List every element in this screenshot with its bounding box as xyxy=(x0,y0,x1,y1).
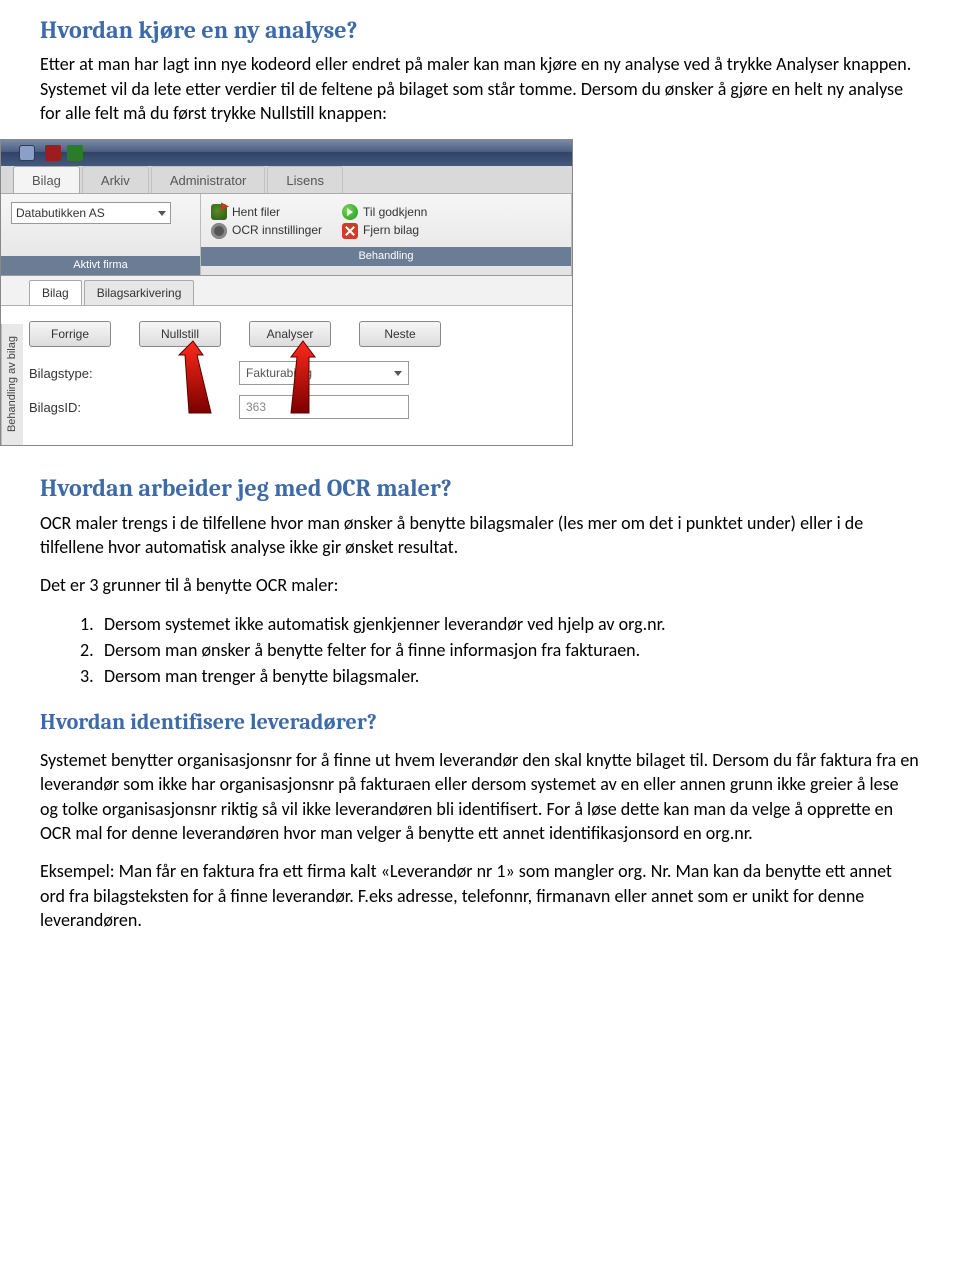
refresh-icon xyxy=(211,204,227,220)
subtab-bilag[interactable]: Bilag xyxy=(29,280,82,305)
list-item: Dersom man ønsker å benytte felter for å… xyxy=(104,639,640,661)
company-name: Databutikken AS xyxy=(16,205,105,221)
button-forrige[interactable]: Forrige xyxy=(29,321,111,347)
ribbon-tab-administrator[interactable]: Administrator xyxy=(151,166,266,194)
action-ocr-label: OCR innstillinger xyxy=(232,222,322,238)
ribbon-tab-bilag[interactable]: Bilag xyxy=(13,166,80,194)
intro-paragraph: Etter at man har lagt inn nye kodeord el… xyxy=(40,52,920,125)
action-hent-filer[interactable]: Hent filer xyxy=(211,204,322,220)
ocr-reasons-intro: Det er 3 grunner til å benytte OCR maler… xyxy=(40,573,920,597)
action-fjern-bilag[interactable]: Fjern bilag xyxy=(342,222,427,238)
identify-paragraph-1: Systemet benytter organisasjonsnr for å … xyxy=(40,748,920,845)
ribbon-body: Databutikken AS Aktivt firma Hent filer … xyxy=(1,194,572,276)
side-panel-label: Behandling av bilag xyxy=(1,324,23,445)
button-neste[interactable]: Neste xyxy=(359,321,441,347)
ribbon-tab-arkiv[interactable]: Arkiv xyxy=(82,166,149,194)
list-item: Dersom systemet ikke automatisk gjenkjen… xyxy=(104,613,666,635)
arrow-annotation-analyser xyxy=(261,335,351,425)
window-titlebar xyxy=(1,140,572,166)
chevron-down-icon xyxy=(158,211,166,216)
heading-ocr-maler: Hvordan arbeider jeg med OCR maler? xyxy=(40,472,920,504)
arrow-right-circle-icon xyxy=(342,204,358,220)
titlebar-close-icon xyxy=(45,145,61,161)
gear-icon xyxy=(211,223,227,239)
ocr-paragraph: OCR maler trengs i de tilfellene hvor ma… xyxy=(40,511,920,560)
subtab-bilagsarkivering[interactable]: Bilagsarkivering xyxy=(84,280,195,305)
action-hent-label: Hent filer xyxy=(232,204,280,220)
identify-paragraph-2: Eksempel: Man får en faktura fra ett fir… xyxy=(40,859,920,932)
action-godkjenn-label: Til godkjenn xyxy=(363,204,427,220)
company-dropdown[interactable]: Databutikken AS xyxy=(11,202,171,224)
heading-identifisere-leverandor: Hvordan identifisere leveradører? xyxy=(40,708,920,738)
chevron-down-icon xyxy=(394,371,402,376)
reasons-list: 1.Dersom systemet ikke automatisk gjenkj… xyxy=(80,612,920,689)
titlebar-ok-icon xyxy=(67,145,83,161)
ribbon-group-aktivt-firma: Aktivt firma xyxy=(1,256,200,275)
action-til-godkjenn[interactable]: Til godkjenn xyxy=(342,204,427,220)
form-panel: Forrige Nullstill Analyser Neste Bilagst… xyxy=(1,306,572,445)
heading-run-analysis: Hvordan kjøre en ny analyse? xyxy=(40,14,920,46)
action-ocr-innstillinger[interactable]: OCR innstillinger xyxy=(211,222,322,238)
ribbon-tabstrip: Bilag Arkiv Administrator Lisens xyxy=(1,166,572,194)
app-screenshot: Behandling av bilag Bilag Arkiv Administ… xyxy=(0,139,573,446)
titlebar-icon xyxy=(19,145,35,161)
arrow-annotation-nullstill xyxy=(141,335,231,425)
sub-tabstrip: Bilag Bilagsarkivering xyxy=(1,276,572,306)
ribbon-tab-lisens[interactable]: Lisens xyxy=(267,166,343,194)
ribbon-group-behandling: Behandling xyxy=(201,247,571,266)
delete-icon xyxy=(342,223,358,239)
action-fjern-label: Fjern bilag xyxy=(363,222,419,238)
list-item: Dersom man trenger å benytte bilagsmaler… xyxy=(104,665,419,687)
